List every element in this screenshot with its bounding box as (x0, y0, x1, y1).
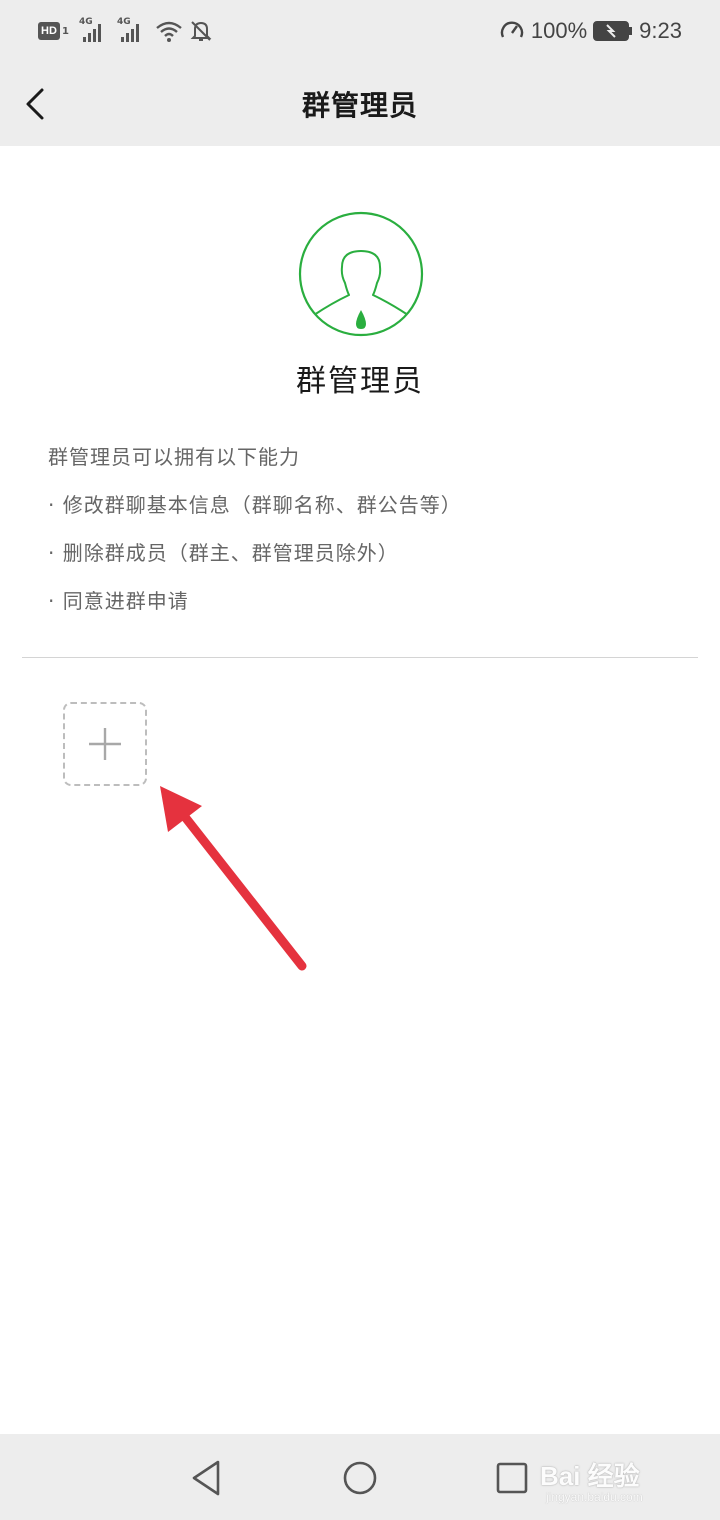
admin-person-icon (298, 211, 424, 337)
circle-home-icon (343, 1461, 377, 1495)
speed-gauge-icon (500, 21, 524, 38)
title-bar: 群管理员 (0, 62, 720, 146)
ability-item: · 修改群聊基本信息（群聊名称、群公告等） (48, 493, 462, 517)
nav-recents-button[interactable] (490, 1456, 534, 1500)
clock: 9:23 (639, 18, 682, 43)
watermark-text: Bai 经验 (540, 1461, 640, 1491)
battery-percent: 100% (530, 18, 588, 43)
page-title: 群管理员 (301, 89, 418, 122)
abilities-intro: 群管理员可以拥有以下能力 (48, 445, 300, 469)
watermark-url: jingyan.baidu.com (546, 1490, 643, 1504)
system-nav-bar: Bai 经验 jingyan.baidu.com (0, 1434, 720, 1520)
network-type-label: 4G (78, 17, 93, 27)
annotation-arrow (160, 786, 307, 971)
ability-item: · 删除群成员（群主、群管理员除外） (48, 541, 399, 565)
network-type-label: 4G (116, 17, 131, 27)
signal-icon-sim2: 4G (116, 17, 143, 43)
status-bar: HD 1 4G 4G 100% 9:23 (0, 0, 720, 62)
triangle-back-icon (192, 1460, 220, 1496)
nav-home-button[interactable] (338, 1456, 382, 1500)
admin-avatar (298, 211, 424, 337)
baidu-jingyan-watermark: Bai 经验 jingyan.baidu.com (540, 1454, 690, 1510)
mute-bell-icon (190, 21, 212, 41)
square-recents-icon (496, 1462, 528, 1494)
divider (22, 657, 698, 658)
hd-badge: HD (38, 22, 60, 40)
add-admin-button[interactable] (63, 702, 147, 786)
battery-charging-icon (593, 21, 633, 41)
signal-icon-sim1: 4G (78, 17, 105, 43)
plus-icon (89, 728, 121, 760)
sim-number: 1 (62, 25, 69, 37)
wifi-icon (156, 21, 182, 42)
admin-abilities: 群管理员可以拥有以下能力 · 修改群聊基本信息（群聊名称、群公告等） · 删除群… (48, 440, 688, 632)
role-name: 群管理员 (296, 364, 424, 399)
nav-back-button[interactable] (186, 1456, 230, 1500)
ability-item: · 同意进群申请 (48, 589, 189, 613)
